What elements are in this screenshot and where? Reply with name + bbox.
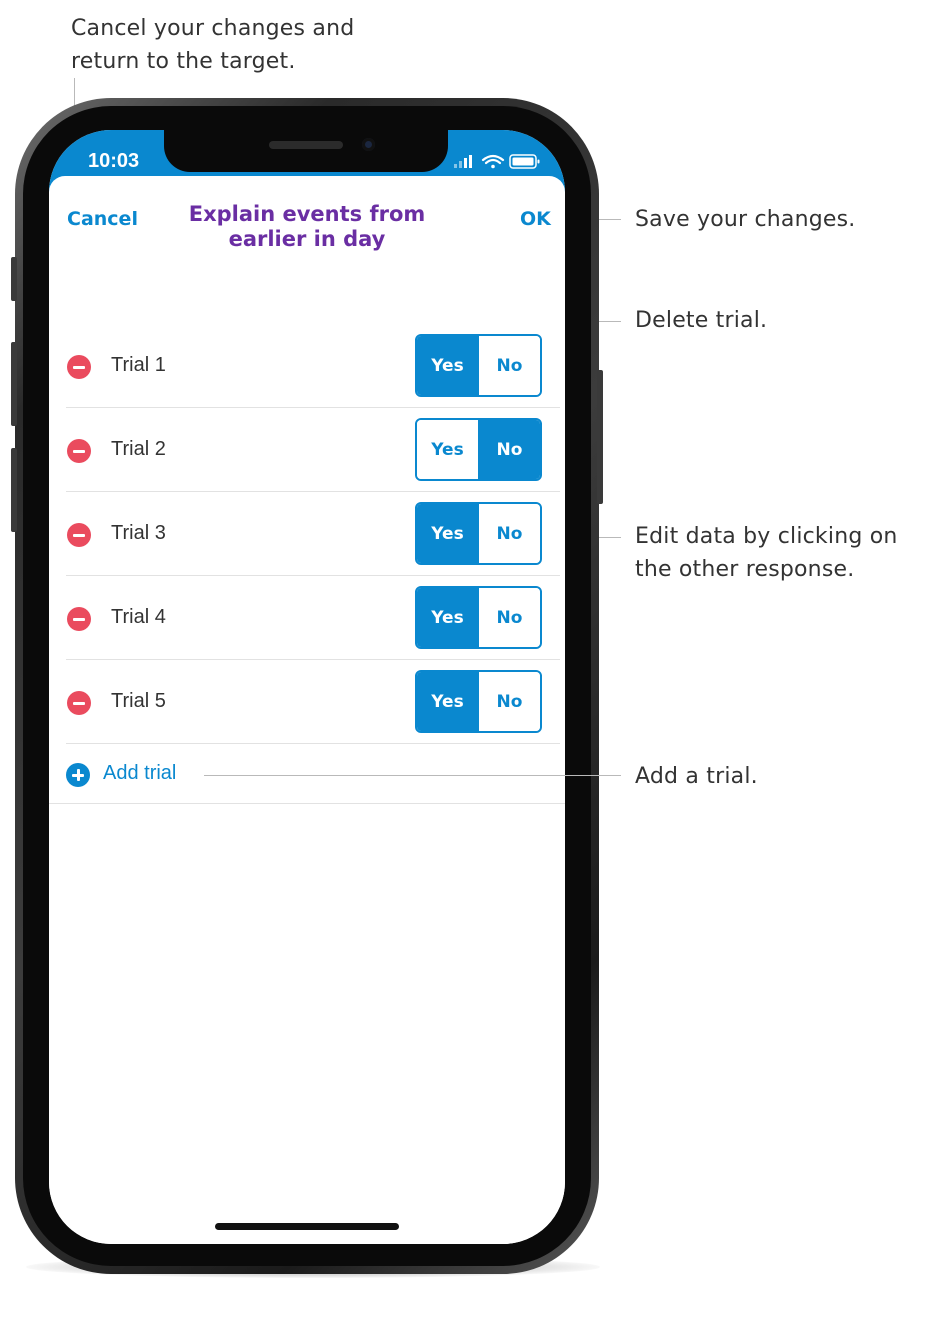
yes-no-toggle: Yes No	[415, 670, 542, 733]
no-button[interactable]: No	[478, 672, 540, 731]
yes-button[interactable]: Yes	[417, 336, 478, 395]
phone-speaker	[269, 141, 343, 149]
add-trial-divider	[49, 803, 565, 804]
remove-circle-icon[interactable]	[67, 523, 91, 547]
cancel-button[interactable]: Cancel	[67, 208, 138, 230]
phone-volume-up	[11, 342, 17, 426]
phone-camera	[362, 138, 375, 151]
trial-row-3: Trial 3 Yes No	[66, 492, 560, 576]
phone-notch	[164, 130, 448, 172]
yes-button[interactable]: Yes	[417, 588, 478, 647]
callout-cancel: Cancel your changes and return to the ta…	[71, 16, 355, 74]
no-button[interactable]: No	[478, 504, 540, 563]
home-indicator[interactable]	[215, 1223, 399, 1230]
phone-power-button	[597, 370, 603, 504]
wifi-icon	[481, 154, 505, 169]
trial-row-1: Trial 1 Yes No	[66, 324, 560, 408]
add-circle-icon[interactable]	[66, 763, 90, 787]
page-title: Explain events from earlier in day	[188, 202, 426, 251]
ok-button[interactable]: OK	[520, 208, 551, 230]
signal-icon	[454, 155, 472, 168]
no-button[interactable]: No	[478, 420, 540, 479]
add-trial-button[interactable]: Add trial	[103, 762, 176, 785]
callout-save: Save your changes.	[635, 207, 856, 232]
no-button[interactable]: No	[478, 336, 540, 395]
yes-button[interactable]: Yes	[417, 420, 478, 479]
trial-row-2: Trial 2 Yes No	[66, 408, 560, 492]
callout-add-line	[204, 775, 621, 776]
status-time: 10:03	[88, 150, 140, 172]
battery-icon	[509, 154, 540, 169]
trial-label: Trial 3	[111, 522, 166, 544]
callout-edit: Edit data by clicking on the other respo…	[635, 524, 898, 582]
yes-no-toggle: Yes No	[415, 418, 542, 481]
phone-silent-switch	[11, 257, 17, 301]
callout-add: Add a trial.	[635, 764, 758, 789]
remove-circle-icon[interactable]	[67, 607, 91, 631]
remove-circle-icon[interactable]	[67, 439, 91, 463]
status-icons	[454, 152, 544, 176]
yes-button[interactable]: Yes	[417, 672, 478, 731]
trial-label: Trial 4	[111, 606, 166, 628]
trial-label: Trial 5	[111, 690, 166, 712]
callout-delete: Delete trial.	[635, 308, 768, 333]
no-button[interactable]: No	[478, 588, 540, 647]
yes-no-toggle: Yes No	[415, 502, 542, 565]
row-divider	[66, 743, 560, 744]
trial-row-4: Trial 4 Yes No	[66, 576, 560, 660]
trial-label: Trial 1	[111, 354, 166, 376]
remove-circle-icon[interactable]	[67, 691, 91, 715]
trial-label: Trial 2	[111, 438, 166, 460]
yes-button[interactable]: Yes	[417, 504, 478, 563]
phone-volume-down	[11, 448, 17, 532]
yes-no-toggle: Yes No	[415, 586, 542, 649]
yes-no-toggle: Yes No	[415, 334, 542, 397]
remove-circle-icon[interactable]	[67, 355, 91, 379]
trial-row-5: Trial 5 Yes No	[66, 660, 560, 744]
